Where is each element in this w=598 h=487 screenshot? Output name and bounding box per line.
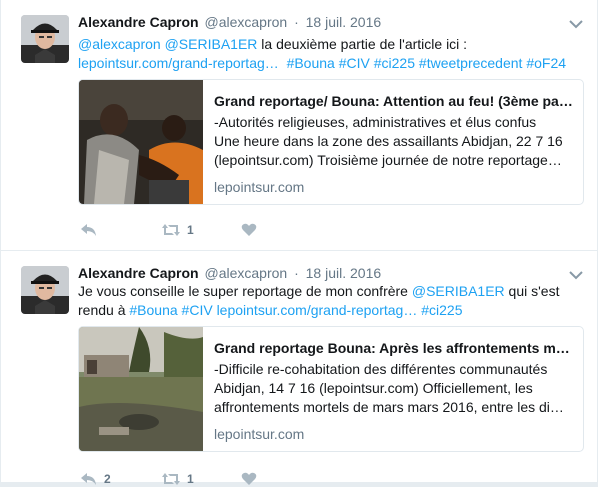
hashtag-link[interactable]: #oF24 bbox=[526, 55, 566, 71]
card-description-line: (lepointsur.com) Troisième journée de no… bbox=[214, 152, 562, 168]
card-title[interactable]: Grand reportage/ Bouna: Attention au feu… bbox=[214, 92, 574, 111]
like-button[interactable] bbox=[241, 471, 263, 487]
retweet-icon bbox=[162, 473, 180, 485]
url-link[interactable]: lepointsur.com/grand-reportag… bbox=[217, 302, 418, 318]
tweet-header: Alexandre Capron @alexcapron · 18 juil. … bbox=[78, 14, 381, 30]
card-description-line: Abidjan, 14 7 16 (lepointsur.com) Offici… bbox=[214, 380, 533, 396]
reply-icon bbox=[81, 473, 96, 485]
card-description-line: -Autorités religieuses, administratives … bbox=[214, 114, 537, 130]
tweet[interactable]: Alexandre Capron @alexcapron · 18 juil. … bbox=[1, 0, 597, 251]
card-description-line: affrontements mortels de mars mars 2016,… bbox=[214, 399, 564, 415]
hashtag-link[interactable]: #Bouna bbox=[287, 55, 335, 71]
hashtag-link[interactable]: #CIV bbox=[182, 302, 213, 318]
card-description-line: -Difficile re-cohabitation des différent… bbox=[214, 361, 548, 377]
avatar[interactable] bbox=[21, 266, 69, 314]
mention-link[interactable]: @alexcapron bbox=[78, 36, 161, 52]
text-segment: Je vous conseille le super reportage de … bbox=[78, 283, 412, 299]
timestamp[interactable]: 18 juil. 2016 bbox=[306, 14, 382, 30]
reply-icon bbox=[81, 224, 96, 236]
hashtag-link[interactable]: #CIV bbox=[339, 55, 370, 71]
like-heart-icon bbox=[241, 472, 257, 485]
retweet-icon bbox=[162, 224, 180, 236]
like-heart-icon bbox=[241, 223, 257, 236]
reply-count: 2 bbox=[104, 472, 111, 486]
card-image bbox=[79, 80, 203, 204]
user-name[interactable]: Alexandre Capron bbox=[78, 265, 199, 281]
link-card[interactable]: Grand reportage/ Bouna: Attention au feu… bbox=[78, 79, 584, 205]
tweet-text: Je vous conseille le super reportage de … bbox=[78, 282, 578, 320]
mention-link[interactable]: @SERIBA1ER bbox=[412, 283, 505, 299]
card-description: -Autorités religieuses, administratives … bbox=[214, 113, 574, 170]
hashtag-link[interactable]: #ci225 bbox=[421, 302, 462, 318]
text-space bbox=[279, 55, 287, 71]
card-domain: lepointsur.com bbox=[214, 179, 305, 195]
tweet-text: @alexcapron @SERIBA1ER la deuxième parti… bbox=[78, 35, 578, 73]
text-segment: rendu à bbox=[78, 302, 130, 318]
card-title[interactable]: Grand reportage Bouna: Après les affront… bbox=[214, 339, 574, 358]
user-name[interactable]: Alexandre Capron bbox=[78, 14, 199, 30]
reply-button[interactable] bbox=[80, 222, 104, 238]
tweet-header: Alexandre Capron @alexcapron · 18 juil. … bbox=[78, 265, 381, 281]
reply-button[interactable]: 2 bbox=[80, 471, 111, 487]
retweet-button[interactable]: 1 bbox=[161, 471, 194, 487]
user-handle[interactable]: @alexcapron bbox=[204, 14, 287, 30]
card-image bbox=[79, 327, 203, 451]
card-description-line: Une heure dans la zone des assaillants A… bbox=[214, 133, 563, 149]
tweet[interactable]: Alexandre Capron @alexcapron · 18 juil. … bbox=[1, 251, 597, 486]
chevron-down-icon[interactable] bbox=[569, 16, 583, 29]
retweet-count: 1 bbox=[187, 223, 194, 237]
retweet-count: 1 bbox=[187, 472, 194, 486]
chevron-down-icon[interactable] bbox=[569, 267, 583, 280]
separator: · bbox=[294, 14, 299, 30]
card-body: Grand reportage Bouna: Après les affront… bbox=[214, 339, 574, 442]
retweet-button[interactable]: 1 bbox=[161, 222, 194, 238]
like-button[interactable] bbox=[241, 222, 263, 238]
hashtag-link[interactable]: #tweetprecedent bbox=[419, 55, 523, 71]
text-segment: qui s'est bbox=[504, 283, 560, 299]
url-link[interactable]: lepointsur.com/grand-reportag… bbox=[78, 55, 279, 71]
card-body: Grand reportage/ Bouna: Attention au feu… bbox=[214, 92, 574, 195]
timeline: Alexandre Capron @alexcapron · 18 juil. … bbox=[0, 0, 597, 486]
hashtag-link[interactable]: #ci225 bbox=[374, 55, 415, 71]
card-domain: lepointsur.com bbox=[214, 426, 305, 442]
timestamp[interactable]: 18 juil. 2016 bbox=[306, 265, 382, 281]
avatar[interactable] bbox=[21, 15, 69, 63]
text-segment: la deuxième partie de l'article ici : bbox=[257, 36, 468, 52]
separator: · bbox=[294, 265, 299, 281]
card-description: -Difficile re-cohabitation des différent… bbox=[214, 360, 574, 417]
mention-link[interactable]: @SERIBA1ER bbox=[165, 36, 258, 52]
user-handle[interactable]: @alexcapron bbox=[204, 265, 287, 281]
link-card[interactable]: Grand reportage Bouna: Après les affront… bbox=[78, 326, 584, 452]
hashtag-link[interactable]: #Bouna bbox=[129, 302, 177, 318]
